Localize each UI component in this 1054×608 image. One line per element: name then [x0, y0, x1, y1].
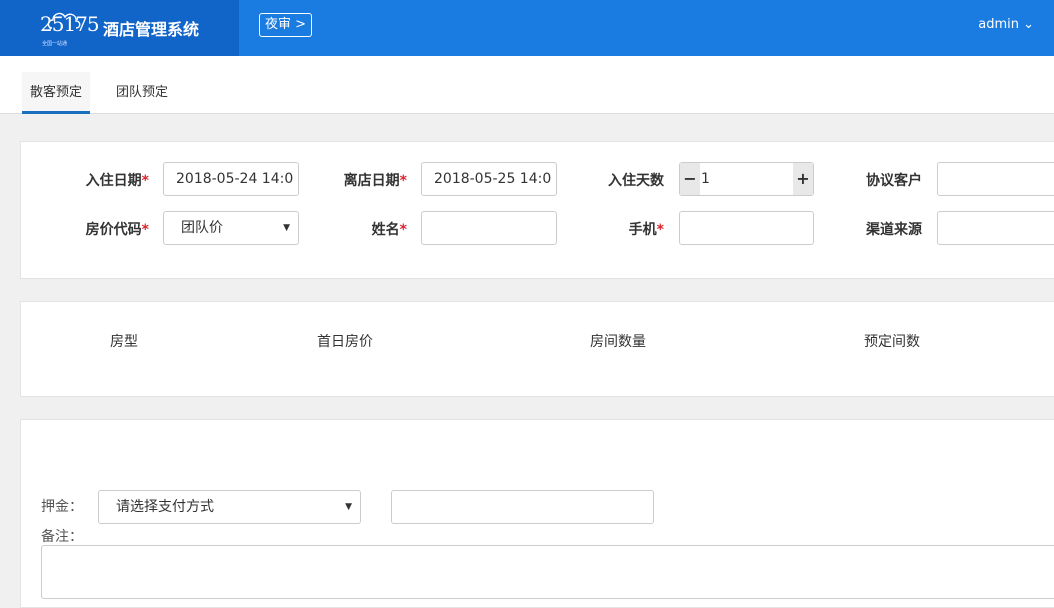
- column-header-room-count: 房间数量: [590, 334, 646, 350]
- app-name: 酒店管理系统: [103, 20, 200, 39]
- booking-form-panel: 入住日期* 2018-05-24 14:0 离店日期* 2018-05-25 1…: [20, 141, 1054, 279]
- channel-field[interactable]: [937, 211, 1054, 245]
- checkout-date-field[interactable]: 2018-05-25 14:0: [421, 162, 557, 196]
- column-header-room-type: 房型: [110, 334, 138, 350]
- minus-icon[interactable]: −: [680, 163, 700, 195]
- booking-tabs: 散客预定 团队预定: [0, 56, 1054, 114]
- dropdown-icon: ▼: [283, 223, 290, 233]
- logo-tagline: 全国一站通: [42, 41, 68, 47]
- checkin-date-field[interactable]: 2018-05-24 14:0: [163, 162, 299, 196]
- remark-label: 备注：: [41, 529, 83, 545]
- deposit-label: 押金：: [41, 499, 83, 515]
- deposit-amount-field[interactable]: [391, 490, 654, 524]
- user-menu[interactable]: admin ⌄: [978, 17, 1034, 32]
- room-table-panel: 房型 首日房价 房间数量 预定间数: [20, 301, 1054, 397]
- logo-number: 25175: [40, 12, 100, 36]
- remark-textarea[interactable]: [41, 545, 1054, 599]
- top-header: 25175 全国一站通 酒店管理系统 夜审 > admin ⌄: [0, 0, 1054, 56]
- channel-label: 渠道来源: [866, 222, 922, 238]
- night-audit-button[interactable]: 夜审 >: [259, 13, 313, 37]
- tab-group-booking[interactable]: 团队预定: [108, 72, 176, 114]
- phone-field[interactable]: [679, 211, 814, 245]
- payment-panel: 押金： 请选择支付方式 ▼ 备注：: [20, 419, 1054, 608]
- phone-label: 手机*: [628, 222, 664, 238]
- checkin-date-label: 入住日期*: [85, 173, 149, 189]
- stay-days-label: 入住天数: [608, 173, 664, 189]
- column-header-first-day-price: 首日房价: [317, 334, 373, 350]
- payment-method-select[interactable]: 请选择支付方式 ▼: [98, 490, 361, 524]
- logo: 25175 全国一站通: [40, 6, 100, 50]
- tab-individual-booking[interactable]: 散客预定: [22, 72, 91, 114]
- stay-days-value[interactable]: 1: [700, 163, 710, 195]
- checkout-date-label: 离店日期*: [343, 173, 407, 189]
- logo-area: 25175 全国一站通 酒店管理系统: [0, 0, 239, 56]
- rate-code-label: 房价代码*: [85, 222, 149, 238]
- stay-days-stepper: − 1 +: [679, 162, 814, 196]
- column-header-booked-rooms: 预定间数: [864, 334, 920, 350]
- name-field[interactable]: [421, 211, 557, 245]
- dropdown-icon: ▼: [345, 502, 352, 512]
- agreement-customer-label: 协议客户: [866, 173, 922, 189]
- payment-method-value: 请选择支付方式: [116, 499, 214, 515]
- name-label: 姓名*: [371, 222, 407, 238]
- rate-code-select[interactable]: 团队价 ▼: [163, 211, 299, 245]
- rate-code-value: 团队价: [181, 220, 223, 236]
- agreement-customer-field[interactable]: [937, 162, 1054, 196]
- plus-icon[interactable]: +: [793, 163, 813, 195]
